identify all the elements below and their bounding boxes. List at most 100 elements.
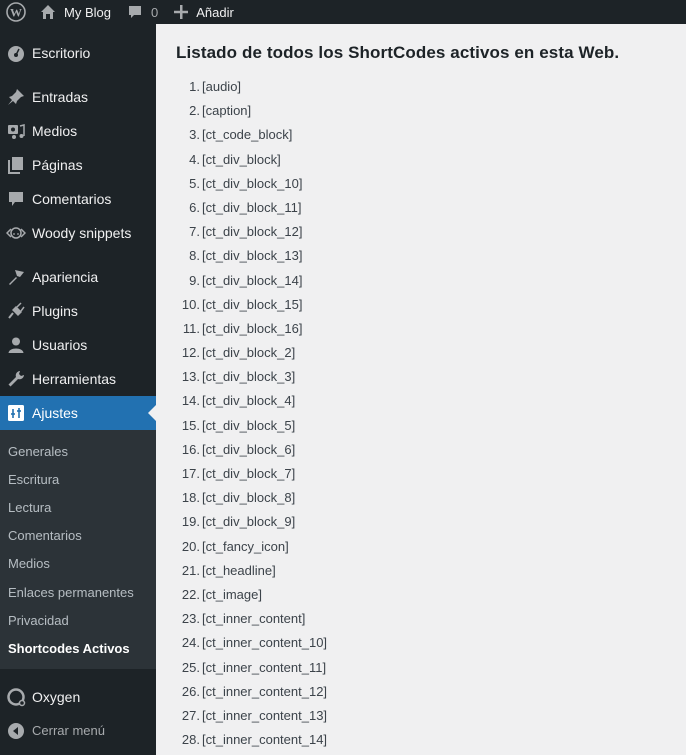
shortcode-list-item: 18. [ct_div_block_8]: [182, 486, 327, 510]
submenu-item-shortcodes-activos[interactable]: Shortcodes Activos: [0, 634, 156, 662]
shortcode-list-item: 3. [ct_code_block]: [189, 123, 327, 147]
shortcode-list-item: 12. [ct_div_block_2]: [182, 341, 327, 365]
shortcode-name: [ct_inner_content_13]: [202, 707, 328, 723]
main-content: Listado de todos los ShortCodes activos …: [156, 24, 686, 755]
shortcode-list-item: 26. [ct_inner_content_12]: [182, 680, 328, 704]
sidebar-item-entradas[interactable]: Entradas: [0, 80, 156, 114]
shortcode-list-item: 17. [ct_div_block_7]: [182, 462, 327, 486]
pin-icon: [0, 88, 32, 106]
shortcode-name: [ct_div_block_15]: [202, 296, 303, 312]
collapse-arrow-icon: [0, 722, 32, 740]
sidebar-item-apariencia[interactable]: Apariencia: [0, 260, 156, 294]
shortcode-list-item: 2. [caption]: [189, 99, 327, 123]
wordpress-logo-button[interactable]: W: [0, 0, 32, 24]
shortcode-list-item: 10. [ct_div_block_15]: [182, 293, 327, 317]
sidebar-item-herramientas[interactable]: Herramientas: [0, 362, 156, 396]
shortcode-list: 1. [audio] 2. [caption] 3. [ct_code_block] 4.[…: [182, 75, 328, 752]
shortcode-name: [ct_div_block_2]: [202, 345, 296, 361]
shortcode-name: [ct_div_block_7]: [202, 466, 296, 481]
shortcode-list-item: 20. [ct_fancy_icon]: [182, 535, 327, 559]
current-menu-arrow: [148, 405, 156, 421]
sidebar-item-medios[interactable]: Medios: [0, 114, 156, 148]
shortcode-list-item: 25. [ct_inner_content_11]: [182, 656, 327, 680]
shortcode-name: [ct_div_block_9]: [202, 514, 296, 530]
shortcode-name: [ct_inner_content]: [202, 611, 306, 627]
submenu-item-lectura[interactable]: Lectura: [0, 493, 156, 521]
shortcode-name: [ct_div_block_13]: [202, 248, 303, 264]
shortcode-name: [ct_inner_content_10]: [202, 635, 328, 651]
shortcode-list-item: 7. [ct_div_block_12]: [189, 220, 327, 244]
shortcode-list-item: 23. [ct_inner_content]: [182, 607, 327, 631]
submenu-item-generales[interactable]: Generales: [0, 437, 156, 465]
shortcode-list-item: 6. [ct_div_block_11]: [189, 196, 327, 220]
shortcode-list-item: 1. [audio]: [189, 75, 327, 99]
new-content-link[interactable]: Añadir: [166, 0, 242, 24]
sidebar-item-plugins[interactable]: Plugins: [0, 294, 156, 328]
admin-bar: W My Blog 0 Añadir: [0, 0, 686, 24]
shortcode-list-item: 21. [ct_headline]: [182, 559, 327, 583]
shortcode-name: [ct_div_block_11]: [202, 199, 302, 215]
snippets-icon: [0, 224, 32, 242]
comment-icon: [0, 190, 32, 208]
shortcode-list-item: 5. [ct_div_block_10]: [189, 172, 327, 196]
settings-icon: [0, 405, 32, 421]
shortcode-list-item: 24. [ct_inner_content_10]: [182, 631, 328, 655]
shortcode-list-item: 11. [ct_div_block_16]: [183, 317, 327, 341]
sidebar-item-ajustes[interactable]: Ajustes: [0, 396, 156, 430]
pages-icon: [0, 156, 32, 174]
sidebar-item-usuarios[interactable]: Usuarios: [0, 328, 156, 362]
shortcode-list-item: 15. [ct_div_block_5]: [182, 414, 327, 438]
comments-link[interactable]: 0: [119, 0, 166, 24]
shortcode-list-item: 9. [ct_div_block_14]: [189, 269, 327, 293]
shortcode-name: [ct_div_block_10]: [202, 175, 303, 191]
shortcode-name: [ct_code_block]: [202, 127, 293, 143]
home-icon: [40, 4, 56, 20]
submenu-item-escritura[interactable]: Escritura: [0, 465, 156, 493]
submenu-item-enlaces-permanentes[interactable]: Enlaces permanentes: [0, 578, 156, 606]
shortcode-name: [ct_div_block]: [202, 151, 281, 167]
user-icon: [0, 336, 32, 354]
shortcode-name: [ct_fancy_icon]: [202, 538, 289, 554]
shortcode-name: [caption]: [202, 103, 252, 119]
wordpress-logo-icon: W: [6, 2, 26, 22]
dashboard-icon: [0, 44, 32, 62]
shortcode-name: [ct_inner_content_11]: [202, 659, 327, 675]
svg-text:W: W: [10, 6, 22, 20]
shortcode-list-item: 28. [ct_inner_content_14]: [182, 728, 327, 752]
shortcode-name: [ct_headline]: [202, 562, 276, 578]
shortcode-list-item: 8. [ct_div_block_13]: [189, 244, 327, 268]
shortcode-name: [ct_div_block_14]: [202, 272, 303, 288]
collapse-menu-button[interactable]: Cerrar menú: [0, 714, 156, 748]
sidebar-item-escritorio[interactable]: Escritorio: [0, 36, 156, 70]
sidebar-item-oxygen[interactable]: Oxygen: [0, 680, 156, 714]
shortcode-name: [audio]: [202, 79, 242, 94]
shortcode-name: [ct_div_block_16]: [202, 320, 303, 336]
comments-count: 0: [150, 4, 159, 20]
shortcode-name: [ct_div_block_5]: [202, 417, 296, 433]
submenu-item-privacidad[interactable]: Privacidad: [0, 606, 156, 634]
shortcode-name: [ct_div_block_6]: [202, 441, 296, 457]
new-label: Añadir: [196, 4, 234, 20]
shortcode-list-item: 14. [ct_div_block_4]: [182, 389, 327, 413]
sidebar-item-paginas[interactable]: Páginas: [0, 148, 156, 182]
shortcode-list-item: 4. [ct_div_block]: [189, 148, 327, 172]
shortcode-list-item: 27. [ct_inner_content_13]: [182, 704, 328, 728]
media-icon: [0, 122, 32, 140]
shortcode-name: [ct_div_block_3]: [202, 369, 296, 385]
shortcode-name: [ct_image]: [202, 586, 262, 602]
oxygen-icon: [0, 687, 32, 707]
site-name-link[interactable]: My Blog: [32, 0, 119, 24]
shortcode-name: [ct_div_block_8]: [202, 490, 296, 506]
shortcode-list-item: 13. [ct_div_block_3]: [182, 365, 327, 389]
shortcode-list-item: 19. [ct_div_block_9]: [182, 510, 327, 534]
sidebar-item-woody-snippets[interactable]: Woody snippets: [0, 216, 156, 250]
site-name: My Blog: [64, 4, 111, 20]
shortcode-name: [ct_div_block_12]: [202, 224, 303, 240]
shortcode-name: [ct_inner_content_12]: [202, 683, 328, 699]
sidebar-item-comentarios[interactable]: Comentarios: [0, 182, 156, 216]
ajustes-submenu: Generales Escritura Lectura Comentarios …: [0, 430, 156, 669]
plus-icon: [174, 5, 189, 19]
plugin-icon: [0, 302, 32, 320]
submenu-item-comentarios[interactable]: Comentarios: [0, 522, 156, 550]
submenu-item-medios[interactable]: Medios: [0, 550, 156, 578]
